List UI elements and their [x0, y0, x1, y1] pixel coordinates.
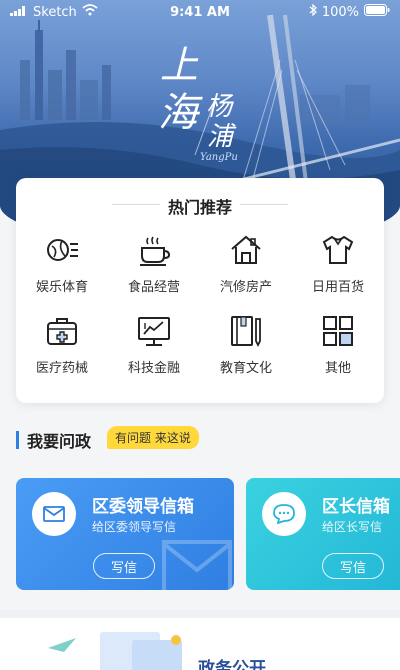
signal-icon	[10, 5, 28, 20]
mailbox-subtitle: 给区长写信	[322, 520, 383, 534]
bluetooth-icon	[309, 3, 317, 20]
gov-affairs-title: 政务公开	[198, 659, 266, 670]
category-label: 食品经营	[127, 280, 180, 295]
category-label: 娱乐体育	[35, 280, 88, 295]
hot-recommend-card: 热门推荐 娱乐体育 食品经营 汽修房产 日用百货 医疗药械 科技金融 教育文化	[16, 178, 384, 403]
monitor-chart-icon	[138, 317, 170, 346]
house-icon	[231, 235, 261, 264]
sports-icon	[47, 239, 78, 261]
category-label: 医疗药械	[35, 361, 88, 376]
category-medical[interactable]: 医疗药械	[16, 313, 108, 376]
carrier-name: Sketch	[33, 4, 77, 20]
book-pencil-icon	[231, 316, 261, 348]
section-accent-bar	[16, 431, 19, 449]
mail-icon	[32, 492, 76, 536]
wifi-icon	[82, 4, 98, 20]
battery-icon	[364, 4, 390, 20]
category-other[interactable]: 其他	[292, 313, 384, 376]
shirt-icon	[322, 235, 354, 264]
category-label: 科技金融	[127, 361, 180, 376]
mailbox-subtitle: 给区委领导写信	[92, 520, 177, 534]
mailbox-title: 区委领导信箱	[92, 497, 194, 517]
ask-section-title: 我要问政	[27, 432, 92, 451]
medical-kit-icon	[47, 318, 77, 345]
hot-recommend-title: 热门推荐	[16, 194, 384, 218]
category-grid: 娱乐体育 食品经营 汽修房产 日用百货 医疗药械 科技金融 教育文化 其他	[16, 232, 384, 376]
mailbox-title: 区长信箱	[322, 497, 390, 517]
category-label: 汽修房产	[219, 280, 272, 295]
category-daily[interactable]: 日用百货	[292, 232, 384, 295]
chat-icon	[262, 492, 306, 536]
grid-icon	[323, 316, 353, 346]
ask-badge: 有问题 来这说	[107, 426, 199, 449]
category-sports[interactable]: 娱乐体育	[16, 232, 108, 295]
write-letter-button[interactable]: 写信	[322, 553, 384, 579]
category-house[interactable]: 汽修房产	[200, 232, 292, 295]
category-label: 日用百货	[311, 280, 364, 295]
ask-section-header: 我要问政	[16, 428, 91, 452]
gov-affairs-section[interactable]: 政务公开	[0, 610, 400, 670]
hero-subtitle: YangPu	[200, 152, 238, 163]
category-food[interactable]: 食品经营	[108, 232, 200, 295]
district-committee-mailbox[interactable]: 区委领导信箱 给区委领导写信 写信	[16, 478, 234, 590]
food-icon	[140, 236, 171, 266]
category-tech-finance[interactable]: 科技金融	[108, 313, 200, 376]
envelope-watermark-icon	[162, 540, 232, 590]
category-education[interactable]: 教育文化	[200, 313, 292, 376]
write-letter-button[interactable]: 写信	[93, 553, 155, 579]
category-label: 教育文化	[219, 361, 272, 376]
hero-title-char-4: 浦	[207, 122, 234, 152]
district-head-mailbox[interactable]: 区长信箱 给区长写信 写信	[246, 478, 400, 590]
status-bar: Sketch 9:41 AM 100%	[0, 0, 400, 24]
hero-title-char-2: 海	[158, 90, 198, 136]
battery-percent: 100%	[321, 4, 359, 20]
category-label: 其他	[324, 361, 351, 376]
